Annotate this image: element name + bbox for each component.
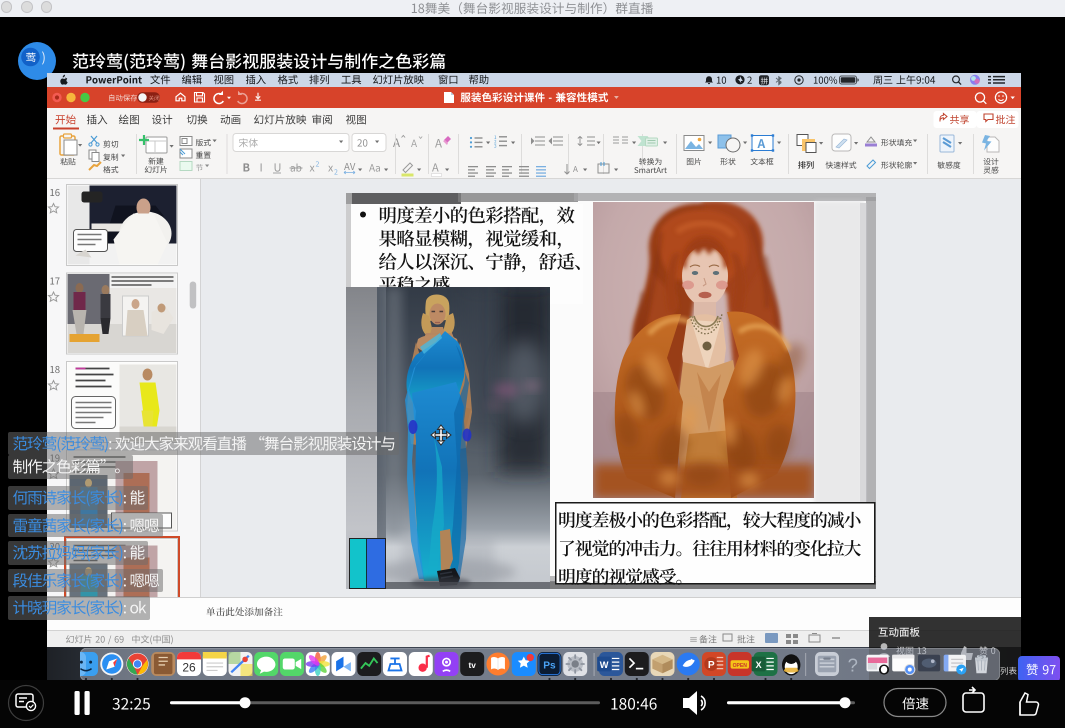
svg-text:tv: tv xyxy=(469,660,477,670)
svg-text:X: X xyxy=(755,660,762,670)
svg-text:Ps: Ps xyxy=(543,660,556,671)
svg-text:OPEN: OPEN xyxy=(733,662,748,668)
svg-text:P: P xyxy=(708,660,715,671)
svg-text:26: 26 xyxy=(182,660,196,674)
svg-text:?: ? xyxy=(848,654,858,675)
svg-text:W: W xyxy=(600,660,609,670)
